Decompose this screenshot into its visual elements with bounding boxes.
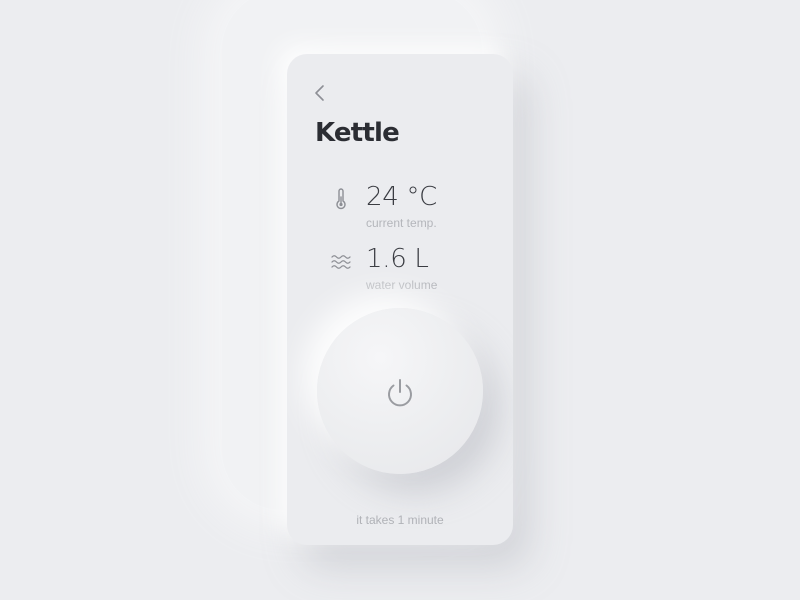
back-button[interactable] xyxy=(309,82,331,104)
temperature-value: 24 °C xyxy=(366,182,438,212)
volume-value: 1.6 L xyxy=(366,244,429,274)
power-button[interactable] xyxy=(317,308,483,474)
boil-time-note: it takes 1 minute xyxy=(356,513,444,527)
temperature-label: current temp. xyxy=(366,216,437,230)
chevron-left-icon xyxy=(315,85,324,101)
power-icon xyxy=(384,376,416,410)
page-title: Kettle xyxy=(315,118,400,148)
thermometer-icon xyxy=(331,188,351,210)
volume-label: water volume xyxy=(366,278,438,292)
water-waves-icon xyxy=(331,252,351,274)
kettle-screen: Kettle 24 °C current temp. 1.6 L water v… xyxy=(287,54,513,545)
